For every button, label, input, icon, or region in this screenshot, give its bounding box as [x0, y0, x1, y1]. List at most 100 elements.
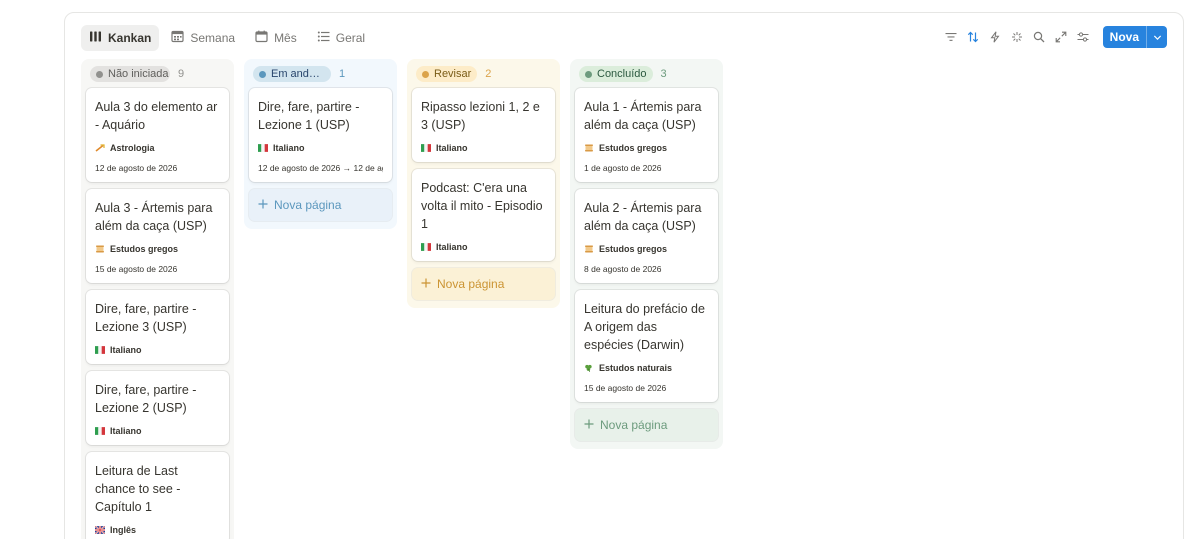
status-badge[interactable]: Revisar	[416, 66, 478, 82]
sort-icon[interactable]	[965, 28, 981, 46]
status-badge[interactable]: Não iniciada	[90, 66, 170, 82]
tab-geral[interactable]: Geral	[309, 25, 373, 51]
new-page-label: Nova página	[600, 418, 668, 432]
card-title: Leitura de Last chance to see - Capítulo…	[95, 464, 181, 514]
card-tag-label: Italiano	[110, 426, 142, 436]
new-page-button[interactable]: Nova página	[412, 268, 555, 300]
card-tag-label: Italiano	[436, 143, 468, 153]
status-label: Concluído	[597, 68, 647, 80]
card-tag: Estudos gregos	[584, 244, 709, 254]
card-date: 8 de agosto de 2026	[584, 264, 662, 274]
board-card[interactable]: Dire, fare, partire - Lezione 2 (USP) It…	[86, 371, 229, 445]
card-tag-label: Estudos gregos	[110, 244, 179, 254]
card-tag: Italiano	[95, 426, 220, 436]
uk-flag-icon	[95, 526, 105, 534]
tab-mes[interactable]: Mês	[247, 25, 305, 51]
arrow-icon	[95, 144, 105, 152]
card-tag: Inglês	[95, 525, 220, 535]
status-dot	[96, 70, 103, 78]
card-date: 12 de agosto de 2026 → 12 de agosto de 2…	[258, 163, 383, 173]
column-header: Concluído 3	[579, 65, 718, 83]
scroll-icon	[95, 245, 105, 253]
card-tag: Estudos gregos	[584, 143, 709, 153]
italy-flag-icon	[421, 144, 431, 152]
scroll-icon	[584, 245, 594, 253]
card-tag-label: Estudos naturais	[599, 363, 673, 373]
tab-label: Semana	[190, 31, 236, 45]
tab-kankan[interactable]: Kankan	[81, 25, 160, 51]
board-card[interactable]: Dire, fare, partire - Lezione 3 (USP) It…	[86, 290, 229, 364]
calendar-grid-icon	[171, 30, 184, 46]
card-tag-label: Italiano	[436, 242, 468, 252]
scroll-icon	[584, 144, 594, 152]
database-frame: Kankan Semana Mês Geral Nova Não iniciad…	[64, 12, 1184, 539]
board-card[interactable]: Leitura do prefácio de A origem das espé…	[575, 290, 718, 402]
new-item-button[interactable]: Nova	[1102, 26, 1167, 48]
calendar-icon	[255, 30, 268, 46]
card-tag: Italiano	[421, 242, 546, 252]
status-badge[interactable]: Em andamento	[253, 66, 331, 82]
card-title: Leitura do prefácio de A origem das espé…	[584, 302, 705, 352]
status-dot	[585, 70, 592, 78]
automation-icon[interactable]	[987, 28, 1003, 46]
tab-semana[interactable]: Semana	[163, 25, 243, 51]
new-page-label: Nova página	[437, 277, 505, 291]
search-icon[interactable]	[1031, 28, 1047, 46]
column-count: 9	[178, 68, 185, 80]
plus-icon	[584, 418, 594, 432]
expand-icon[interactable]	[1053, 28, 1069, 46]
card-title: Aula 3 - Ártemis para além da caça (USP)	[95, 201, 213, 233]
status-label: Revisar	[434, 68, 472, 80]
card-title: Aula 3 do elemento ar - Aquário	[95, 100, 218, 132]
column-count: 2	[485, 68, 492, 80]
list-icon	[317, 30, 330, 46]
board-card[interactable]: Ripasso lezioni 1, 2 e 3 (USP) Italiano	[412, 88, 555, 162]
settings-icon[interactable]	[1075, 28, 1091, 46]
status-label: Não iniciada	[108, 68, 169, 80]
tab-label: Kankan	[108, 31, 152, 45]
status-badge[interactable]: Concluído	[579, 66, 653, 82]
status-label: Em andamento	[271, 68, 325, 80]
card-title: Aula 2 - Ártemis para além da caça (USP)	[584, 201, 702, 233]
new-page-button[interactable]: Nova página	[575, 409, 718, 441]
board-card[interactable]: Aula 3 - Ártemis para além da caça (USP)…	[86, 189, 229, 283]
column-em-andamento: Em andamento 1 Dire, fare, partire - Lez…	[244, 59, 397, 229]
card-title: Dire, fare, partire - Lezione 1 (USP)	[258, 100, 360, 132]
board-icon	[89, 30, 102, 46]
chevron-down-icon[interactable]	[1147, 26, 1167, 48]
view-tabs: Kankan Semana Mês Geral	[81, 25, 373, 51]
card-title: Dire, fare, partire - Lezione 2 (USP)	[95, 383, 197, 415]
ai-sparkle-icon[interactable]	[1009, 28, 1025, 46]
italy-flag-icon	[421, 243, 431, 251]
column-count: 1	[339, 68, 346, 80]
card-tag-label: Astrologia	[110, 143, 155, 153]
filter-icon[interactable]	[943, 28, 959, 46]
board-card[interactable]: Aula 1 - Ártemis para além da caça (USP)…	[575, 88, 718, 182]
new-page-label: Nova página	[274, 198, 342, 212]
plus-icon	[421, 277, 431, 291]
card-date: 15 de agosto de 2026	[95, 264, 178, 274]
card-tag-label: Inglês	[110, 525, 137, 535]
card-tag: Astrologia	[95, 143, 220, 153]
new-page-button[interactable]: Nova página	[249, 189, 392, 221]
column-revisar: Revisar 2 Ripasso lezioni 1, 2 e 3 (USP)…	[407, 59, 560, 308]
new-item-label: Nova	[1103, 26, 1147, 48]
card-title: Ripasso lezioni 1, 2 e 3 (USP)	[421, 100, 540, 132]
board-card[interactable]: Podcast: C'era una volta il mito - Episo…	[412, 169, 555, 261]
card-tag: Italiano	[95, 345, 220, 355]
column-count: 3	[660, 68, 667, 80]
board-card[interactable]: Aula 3 do elemento ar - Aquário Astrolog…	[86, 88, 229, 182]
board-card[interactable]: Dire, fare, partire - Lezione 1 (USP) It…	[249, 88, 392, 182]
column-header: Revisar 2	[416, 65, 555, 83]
column-header: Não iniciada 9	[90, 65, 229, 83]
card-tag-label: Italiano	[110, 345, 142, 355]
card-title: Dire, fare, partire - Lezione 3 (USP)	[95, 302, 197, 334]
card-title: Aula 1 - Ártemis para além da caça (USP)	[584, 100, 702, 132]
italy-flag-icon	[258, 144, 268, 152]
board-card[interactable]: Aula 2 - Ártemis para além da caça (USP)…	[575, 189, 718, 283]
card-date: 15 de agosto de 2026	[584, 383, 667, 393]
column-concluido: Concluído 3 Aula 1 - Ártemis para além d…	[570, 59, 723, 449]
italy-flag-icon	[95, 427, 105, 435]
board-card[interactable]: Leitura de Last chance to see - Capítulo…	[86, 452, 229, 539]
card-tag: Italiano	[421, 143, 546, 153]
